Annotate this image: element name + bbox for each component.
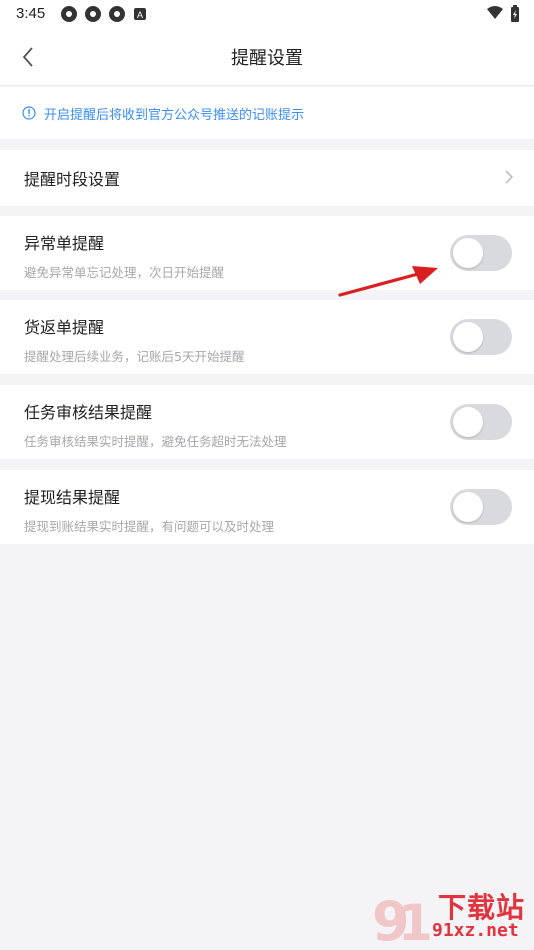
wifi-icon [487, 6, 503, 19]
return-reminder-switch[interactable] [450, 319, 512, 355]
annotation-arrow-icon [338, 266, 438, 297]
notification-icon [61, 6, 77, 22]
toggle-title: 货返单提醒 [24, 318, 105, 337]
watermark-bottom-text: 91xz.net [432, 920, 519, 941]
toggle-desc: 提现到账结果实时提醒，有问题可以及时处理 [24, 519, 275, 534]
toggle-title: 异常单提醒 [24, 234, 105, 253]
page-title: 提醒设置 [231, 48, 303, 69]
notice-banner: 开启提醒后将收到官方公众号推送的记账提示 [0, 87, 534, 139]
withdraw-reminder-switch[interactable] [450, 489, 512, 525]
notification-icons: A [60, 5, 148, 23]
notification-icon [109, 6, 125, 22]
info-icon [22, 106, 36, 120]
watermark-emblem-icon: 9 1 [372, 890, 432, 946]
svg-text:1: 1 [398, 894, 432, 946]
a-box-icon: A [134, 8, 146, 20]
switch-knob [453, 492, 483, 522]
toggle-title: 任务审核结果提醒 [24, 403, 153, 422]
toggle-title: 提现结果提醒 [24, 488, 121, 507]
reminder-period-label: 提醒时段设置 [24, 170, 121, 189]
toggle-desc: 避免异常单忘记处理，次日开始提醒 [24, 265, 225, 280]
chevron-right-icon [505, 170, 513, 184]
switch-knob [453, 322, 483, 352]
toggle-row-withdraw: 提现结果提醒 提现到账结果实时提醒，有问题可以及时处理 [0, 470, 534, 544]
toggle-desc: 任务审核结果实时提醒，避免任务超时无法处理 [24, 434, 287, 449]
switch-knob [453, 238, 483, 268]
toggle-row-task-review: 任务审核结果提醒 任务审核结果实时提醒，避免任务超时无法处理 [0, 385, 534, 459]
watermark-logo: 9 1 下载站 91xz.net [368, 886, 528, 946]
system-icons [486, 5, 520, 23]
toggle-row-abnormal: 异常单提醒 避免异常单忘记处理，次日开始提醒 [0, 216, 534, 290]
abnormal-reminder-switch[interactable] [450, 235, 512, 271]
toggle-desc: 提醒处理后续业务，记账后5天开始提醒 [24, 349, 245, 364]
switch-knob [453, 407, 483, 437]
task-review-reminder-switch[interactable] [450, 404, 512, 440]
reminder-period-row[interactable]: 提醒时段设置 [0, 150, 534, 206]
svg-text:A: A [137, 10, 143, 20]
battery-icon [511, 5, 519, 22]
toggle-row-return: 货返单提醒 提醒处理后续业务，记账后5天开始提醒 [0, 300, 534, 374]
notification-icon [85, 6, 101, 22]
app-header: 提醒设置 [0, 28, 534, 86]
notice-text: 开启提醒后将收到官方公众号推送的记账提示 [44, 107, 305, 123]
status-bar: 3:45 A [0, 0, 534, 28]
status-time: 3:45 [16, 5, 46, 22]
